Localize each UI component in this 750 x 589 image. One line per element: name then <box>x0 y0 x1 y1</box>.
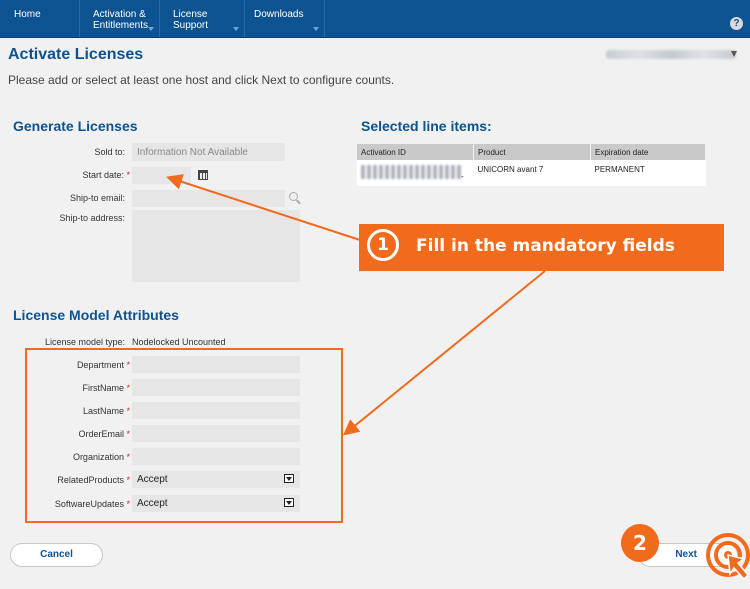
generate-licenses-heading: Generate Licenses <box>13 118 138 134</box>
department-input[interactable] <box>132 356 300 373</box>
chevron-down-icon[interactable] <box>731 51 737 57</box>
blurred-activation-id <box>361 165 461 179</box>
ship-to-email-input[interactable] <box>132 190 285 207</box>
lastname-input[interactable] <box>132 402 300 419</box>
softwareupdates-select[interactable]: Accept <box>132 495 300 512</box>
orderemail-label: OrderEmail * <box>78 429 130 439</box>
top-navigation: Home Activation & Entitlements License S… <box>0 0 750 38</box>
firstname-label: FirstName * <box>82 383 130 393</box>
orderemail-label-text: OrderEmail <box>78 429 124 439</box>
softwareupdates-label-text: SoftwareUpdates <box>54 499 124 509</box>
required-marker: * <box>126 452 130 462</box>
expiration-cell: PERMANENT <box>590 160 706 186</box>
softwareupdates-label: SoftwareUpdates * <box>55 499 130 509</box>
callout-text: Fill in the mandatory fields <box>416 236 675 256</box>
start-date-label-text: Start date: <box>82 170 124 180</box>
chevron-down-icon <box>233 27 239 31</box>
arrow-to-attributes <box>342 270 546 436</box>
required-marker: * <box>126 383 130 393</box>
relatedproducts-label: RelatedProducts * <box>57 475 130 485</box>
start-date-label: Start date: * <box>82 170 130 180</box>
click-cursor-icon <box>706 533 750 581</box>
nav-license-support-label: License Support <box>173 9 209 31</box>
nav-downloads[interactable]: Downloads <box>245 0 325 37</box>
required-marker: * <box>126 499 130 509</box>
chevron-down-icon <box>313 27 319 31</box>
required-marker: * <box>126 170 130 180</box>
search-icon[interactable] <box>289 192 298 201</box>
model-type-label: License model type: <box>44 337 125 347</box>
sold-to-label: Sold to: <box>94 147 125 157</box>
table-header-row: Activation ID Product Expiration date <box>357 144 706 160</box>
relatedproducts-select[interactable]: Accept <box>132 471 300 488</box>
chevron-down-icon[interactable] <box>284 498 294 507</box>
relatedproducts-label-text: RelatedProducts <box>57 475 124 485</box>
nav-activation-entitlements[interactable]: Activation & Entitlements <box>80 0 160 37</box>
nav-license-support[interactable]: License Support <box>160 0 245 37</box>
required-marker: * <box>126 429 130 439</box>
nav-home-label: Home <box>14 9 41 20</box>
user-menu[interactable] <box>606 50 736 59</box>
page-title: Activate Licenses <box>8 46 144 63</box>
table-row[interactable]: - UNICORN avant 7 PERMANENT <box>357 160 706 186</box>
relatedproducts-selected: Accept <box>137 474 168 485</box>
department-label: Department * <box>77 360 130 370</box>
product-cell: UNICORN avant 7 <box>473 160 591 186</box>
license-model-attributes-heading: License Model Attributes <box>13 307 179 323</box>
firstname-input[interactable] <box>132 379 300 396</box>
orderemail-input[interactable] <box>132 425 300 442</box>
line-items-table: Activation ID Product Expiration date - … <box>357 144 706 186</box>
sold-to-value: Information Not Available <box>137 147 248 158</box>
nav-home[interactable]: Home <box>0 0 80 37</box>
ship-to-address-label: Ship-to address: <box>59 213 125 223</box>
nav-activation-label: Activation & Entitlements <box>93 9 149 31</box>
required-marker: * <box>126 406 130 416</box>
nav-downloads-label: Downloads <box>254 9 304 20</box>
lastname-label-text: LastName <box>82 406 124 416</box>
activation-id-suffix: - <box>461 172 464 181</box>
model-type-value: Nodelocked Uncounted <box>132 337 226 347</box>
page-instruction: Please add or select at least one host a… <box>8 73 395 87</box>
department-label-text: Department <box>76 360 124 370</box>
chevron-down-icon <box>148 27 154 31</box>
step-one-badge: 1 <box>367 229 399 261</box>
required-marker: * <box>126 360 130 370</box>
cancel-button[interactable]: Cancel <box>10 543 103 567</box>
ship-to-address-input[interactable] <box>132 210 300 282</box>
lastname-label: LastName * <box>83 406 130 416</box>
chevron-down-icon[interactable] <box>284 474 294 483</box>
help-icon[interactable]: ? <box>730 17 743 30</box>
organization-label-text: Organization <box>72 452 124 462</box>
step-two-badge: 2 <box>621 524 659 562</box>
organization-label: Organization * <box>73 452 130 462</box>
ship-to-email-label: Ship-to email: <box>69 193 125 203</box>
required-marker: * <box>126 475 130 485</box>
firstname-label-text: FirstName <box>82 383 124 393</box>
organization-input[interactable] <box>132 448 300 465</box>
column-header: Expiration date <box>590 144 706 160</box>
calendar-icon[interactable] <box>198 170 208 180</box>
column-header: Product <box>473 144 591 160</box>
activation-id-cell: - <box>357 160 474 186</box>
start-date-input[interactable] <box>132 167 191 184</box>
selected-line-items-heading: Selected line items: <box>361 118 492 134</box>
callout-banner: 1 Fill in the mandatory fields <box>359 224 724 271</box>
column-header: Activation ID <box>357 144 474 160</box>
softwareupdates-selected: Accept <box>137 498 168 509</box>
